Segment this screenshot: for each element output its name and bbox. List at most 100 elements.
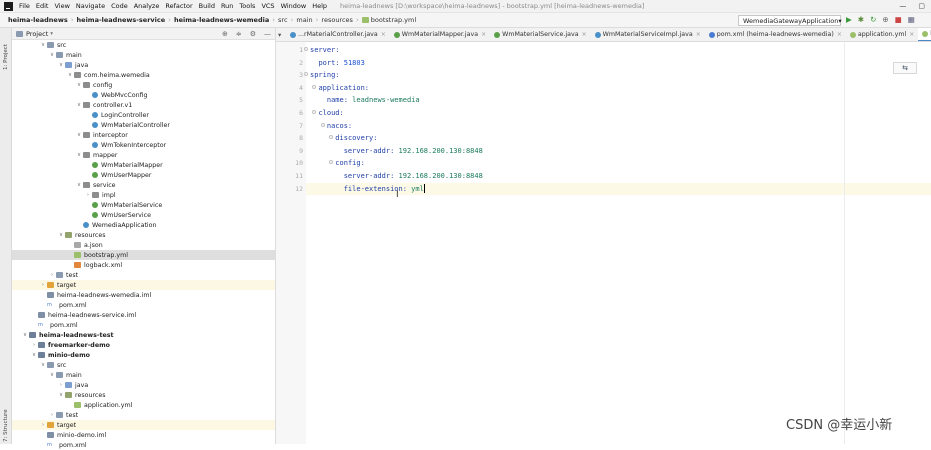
code-line[interactable]: port: 51803 bbox=[306, 57, 931, 70]
tree-item[interactable]: m pom.xml bbox=[12, 320, 275, 330]
breadcrumb-item[interactable]: src bbox=[278, 16, 288, 24]
tree-item[interactable]: WmMaterialMapper bbox=[12, 160, 275, 170]
chevron-down-icon[interactable]: ∨ bbox=[57, 232, 65, 238]
chevron-down-icon[interactable]: ∨ bbox=[39, 42, 47, 48]
tree-item[interactable]: ∨ config bbox=[12, 80, 275, 90]
maximize-icon[interactable]: ▢ bbox=[918, 2, 925, 10]
tree-item[interactable]: WmUserMapper bbox=[12, 170, 275, 180]
code-line[interactable]: application: bbox=[306, 82, 931, 95]
menu-item-run[interactable]: Run bbox=[218, 2, 236, 10]
menu-item-window[interactable]: Window bbox=[278, 2, 310, 10]
close-icon[interactable]: × bbox=[837, 31, 842, 38]
debug-icon[interactable]: ✱ bbox=[858, 15, 864, 24]
editor-tab[interactable]: pom.xml (heima-leadnews-wemedia) × bbox=[705, 28, 846, 41]
breadcrumb-item[interactable]: heima-leadnews-wemedia bbox=[174, 16, 269, 24]
chevron-down-icon[interactable]: ∨ bbox=[66, 72, 74, 78]
breadcrumb-item[interactable]: main bbox=[296, 16, 312, 24]
tree-item[interactable]: ∨ main bbox=[12, 50, 275, 60]
run-configuration-select[interactable]: WemediaGatewayApplication ▾ bbox=[738, 15, 842, 26]
menu-item-refactor[interactable]: Refactor bbox=[162, 2, 195, 10]
project-tool-tab[interactable]: 1: Project bbox=[0, 30, 12, 70]
tree-item[interactable]: a.json bbox=[12, 240, 275, 250]
code-line[interactable]: file-extension: yml bbox=[306, 182, 931, 196]
editor-action-button[interactable]: ⇆ bbox=[893, 62, 917, 74]
chevron-down-icon[interactable]: ▾ bbox=[50, 31, 53, 37]
chevron-right-icon[interactable]: › bbox=[30, 342, 38, 348]
tree-item[interactable]: WmUserService bbox=[12, 210, 275, 220]
tree-item[interactable]: WemediaApplication bbox=[12, 220, 275, 230]
chevron-down-icon[interactable]: ∨ bbox=[48, 372, 56, 378]
tree-item[interactable]: ∨ mapper bbox=[12, 150, 275, 160]
code-editor[interactable]: server: port: 51803 spring: application: … bbox=[304, 42, 931, 444]
editor-tab[interactable]: application.yml × bbox=[846, 28, 918, 41]
tree-item[interactable]: ∨ controller.v1 bbox=[12, 100, 275, 110]
tree-item[interactable]: ∨ com.heima.wemedia bbox=[12, 70, 275, 80]
menu-item-file[interactable]: File bbox=[16, 2, 33, 10]
breadcrumb-item[interactable]: heima-leadnews bbox=[8, 16, 68, 24]
menu-item-tools[interactable]: Tools bbox=[236, 2, 258, 10]
menu-item-edit[interactable]: Edit bbox=[33, 2, 52, 10]
tree-item[interactable]: logback.xml bbox=[12, 260, 275, 270]
tree-item[interactable]: › test bbox=[12, 410, 275, 420]
code-line[interactable]: server-addr: 192.168.200.130:8848 bbox=[306, 145, 931, 158]
tree-item[interactable]: › freemarker-demo bbox=[12, 340, 275, 350]
editor-tab[interactable]: bootstrap.yml× bbox=[918, 28, 931, 41]
run-icon[interactable]: ▶ bbox=[846, 15, 852, 24]
menu-item-help[interactable]: Help bbox=[309, 2, 330, 10]
chevron-right-icon[interactable]: › bbox=[57, 382, 65, 388]
tree-item[interactable]: › target bbox=[12, 280, 275, 290]
tree-item[interactable]: WebMvcConfig bbox=[12, 90, 275, 100]
chevron-right-icon[interactable]: › bbox=[48, 412, 56, 418]
hide-icon[interactable]: — bbox=[264, 30, 271, 38]
tree-item[interactable]: › test bbox=[12, 270, 275, 280]
chevron-right-icon[interactable]: › bbox=[84, 192, 92, 198]
tree-item[interactable]: ∨ src bbox=[12, 40, 275, 50]
tree-item[interactable]: ∨ interceptor bbox=[12, 130, 275, 140]
chevron-down-icon[interactable]: ∨ bbox=[57, 62, 65, 68]
editor-tab[interactable]: WmMaterialServiceImpl.java × bbox=[591, 28, 705, 41]
chevron-down-icon[interactable]: ∨ bbox=[57, 392, 65, 398]
chevron-down-icon[interactable]: ∨ bbox=[75, 102, 83, 108]
menu-item-build[interactable]: Build bbox=[196, 2, 218, 10]
code-line[interactable]: config: bbox=[306, 157, 931, 170]
chevron-right-icon[interactable]: › bbox=[48, 272, 56, 278]
chevron-down-icon[interactable]: ∨ bbox=[75, 152, 83, 158]
breadcrumb-item[interactable]: resources bbox=[321, 16, 353, 24]
tree-item[interactable]: ∨ resources bbox=[12, 230, 275, 240]
tree-item[interactable]: ∨ service bbox=[12, 180, 275, 190]
close-icon[interactable]: × bbox=[381, 31, 386, 38]
tree-item[interactable]: WmMaterialService bbox=[12, 200, 275, 210]
tree-item[interactable]: ∨ src bbox=[12, 360, 275, 370]
code-line[interactable]: spring: bbox=[304, 69, 931, 82]
menu-item-vcs[interactable]: VCS bbox=[258, 2, 277, 10]
coverage-icon[interactable]: ⊕ bbox=[882, 15, 888, 24]
code-line[interactable]: nacos: bbox=[306, 120, 931, 133]
tree-item[interactable]: WmMaterialController bbox=[12, 120, 275, 130]
chevron-down-icon[interactable]: ∨ bbox=[39, 362, 47, 368]
tree-item[interactable]: ∨ resources bbox=[12, 390, 275, 400]
close-icon[interactable]: × bbox=[481, 31, 486, 38]
tree-item[interactable]: › java bbox=[12, 380, 275, 390]
chevron-down-icon[interactable]: ∨ bbox=[48, 52, 56, 58]
editor-tab[interactable]: ...rMaterialController.java × bbox=[286, 28, 390, 41]
chevron-down-icon[interactable]: ∨ bbox=[75, 182, 83, 188]
collapse-all-icon[interactable]: ≑ bbox=[236, 30, 242, 38]
fold-marker-icon[interactable] bbox=[304, 72, 308, 77]
rerun-icon[interactable]: ↻ bbox=[870, 15, 876, 24]
tab-list-menu-icon[interactable]: ▾ bbox=[278, 31, 281, 39]
menu-item-navigate[interactable]: Navigate bbox=[73, 2, 108, 10]
menu-item-code[interactable]: Code bbox=[108, 2, 131, 10]
close-icon[interactable]: × bbox=[582, 31, 587, 38]
chevron-down-icon[interactable]: ∨ bbox=[21, 332, 29, 338]
close-icon[interactable]: × bbox=[696, 31, 701, 38]
gear-icon[interactable]: ⚙ bbox=[250, 30, 256, 38]
tree-item[interactable]: LoginController bbox=[12, 110, 275, 120]
code-line[interactable]: server: bbox=[304, 44, 931, 57]
menu-item-view[interactable]: View bbox=[51, 2, 72, 10]
fold-marker-icon[interactable] bbox=[304, 47, 308, 51]
tree-item[interactable]: ∨ minio-demo bbox=[12, 350, 275, 360]
editor-tab[interactable]: WmMaterialMapper.java × bbox=[390, 28, 490, 41]
breadcrumb-item[interactable]: heima-leadnews-service bbox=[77, 16, 166, 24]
tree-item[interactable]: ∨ heima-leadnews-test bbox=[12, 330, 275, 340]
code-line[interactable]: name: leadnews-wemedia bbox=[306, 94, 931, 107]
